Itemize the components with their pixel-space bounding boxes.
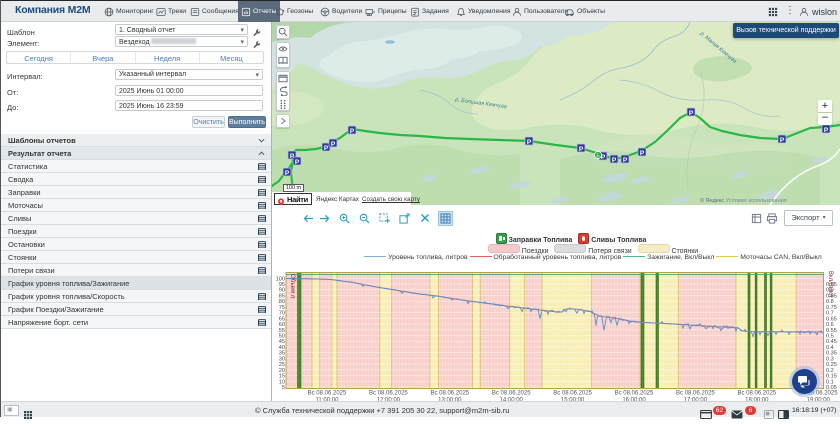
svg-text:P: P (824, 127, 829, 134)
svg-text:Вкл/Выкл: Вкл/Выкл (827, 271, 833, 298)
svg-text:P: P (285, 170, 290, 177)
svg-text:Вс 08.06.2025: Вс 08.06.2025 (676, 391, 715, 397)
svg-text:P: P (295, 159, 300, 166)
svg-text:Вс 08.06.2025: Вс 08.06.2025 (369, 391, 408, 397)
svg-text:P: P (612, 157, 617, 164)
svg-text:P: P (324, 145, 329, 152)
svg-text:P: P (579, 146, 584, 153)
svg-text:Вс 08.06.2025: Вс 08.06.2025 (553, 391, 592, 397)
svg-text:5: 5 (282, 385, 285, 391)
svg-text:P: P (527, 139, 532, 146)
svg-text:Вс 08.06.2025: Вс 08.06.2025 (308, 391, 347, 397)
svg-text:Вс 08.06.2025: Вс 08.06.2025 (737, 391, 776, 397)
svg-text:P: P (623, 157, 628, 164)
svg-text:P: P (350, 128, 355, 135)
svg-text:Объем л: Объем л (289, 274, 295, 299)
svg-text:Вс 08.06.2025: Вс 08.06.2025 (430, 391, 469, 397)
svg-text:P: P (689, 110, 694, 117)
svg-text:P: P (331, 141, 336, 148)
svg-text:Вс 08.06.2025: Вс 08.06.2025 (492, 391, 531, 397)
svg-text:P: P (780, 137, 785, 144)
svg-text:P: P (640, 150, 645, 157)
svg-text:Вс 08.06.2025: Вс 08.06.2025 (615, 391, 654, 397)
